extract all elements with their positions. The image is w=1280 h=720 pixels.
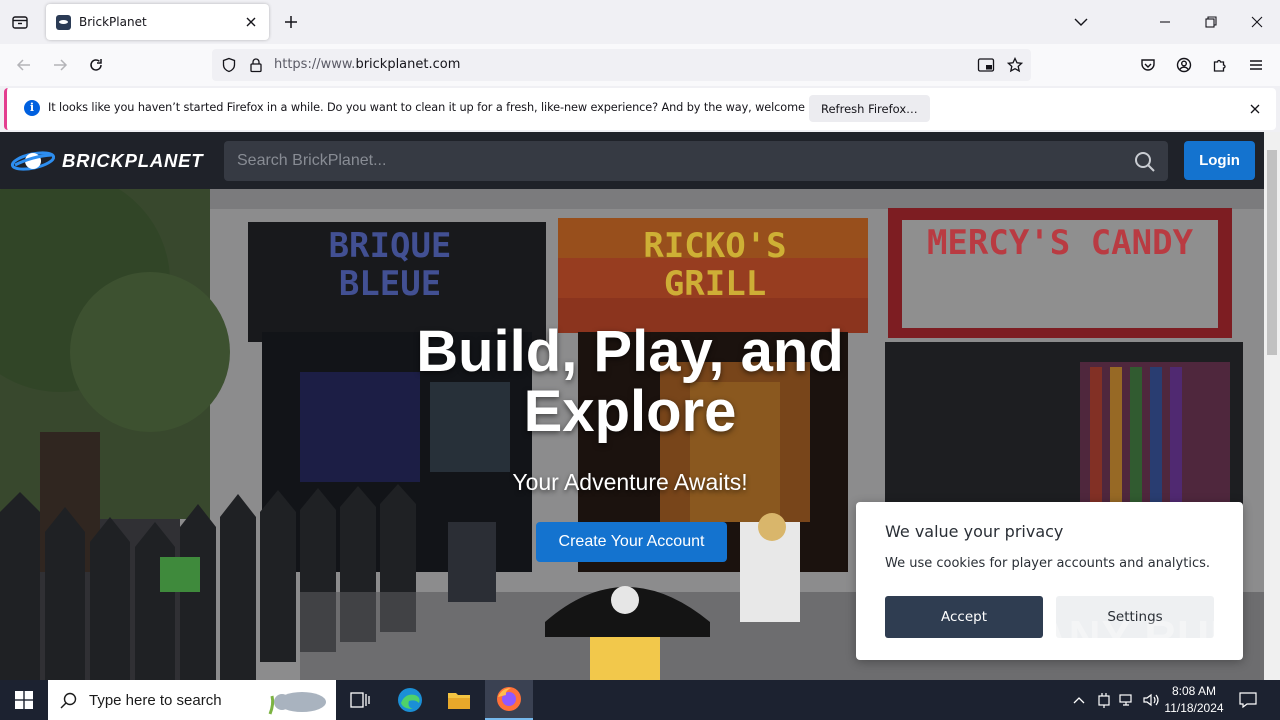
hero-title: Build, Play, and Explore xyxy=(416,319,844,444)
store-sign-brique-bleue: BRIQUE BLEUE xyxy=(328,226,452,304)
pocket-button[interactable] xyxy=(1133,50,1163,80)
show-hidden-icons-button[interactable] xyxy=(1068,680,1090,720)
clock-time: 8:08 AM xyxy=(1171,684,1217,698)
planet-logo-icon xyxy=(10,151,56,171)
chevron-up-icon xyxy=(1073,697,1085,704)
picture-in-picture-icon[interactable] xyxy=(974,53,998,77)
task-view-button[interactable] xyxy=(336,680,384,720)
taskbar-search-box[interactable]: Type here to search xyxy=(48,680,336,720)
close-icon xyxy=(246,17,256,27)
brickplanet-favicon-icon xyxy=(56,14,71,30)
puzzle-icon xyxy=(1213,59,1226,72)
notification-center-button[interactable] xyxy=(1234,680,1262,720)
login-button[interactable]: Login xyxy=(1184,141,1255,180)
site-header: BRICKPLANET Login xyxy=(0,132,1264,189)
close-tab-button[interactable] xyxy=(239,10,263,34)
page-scrollbar[interactable] xyxy=(1264,132,1280,680)
scrollbar-thumb[interactable] xyxy=(1267,150,1277,355)
search-icon xyxy=(60,692,77,708)
network-icon[interactable] xyxy=(1116,680,1138,720)
task-view-icon xyxy=(350,692,370,708)
bookmark-star-icon[interactable] xyxy=(1003,53,1027,77)
account-button[interactable] xyxy=(1169,50,1199,80)
search-icon[interactable] xyxy=(1134,151,1156,173)
close-icon xyxy=(1250,104,1260,114)
list-all-tabs-button[interactable] xyxy=(1058,0,1104,44)
lock-icon[interactable] xyxy=(244,53,268,77)
volume-icon[interactable] xyxy=(1140,680,1162,720)
taskbar-edge[interactable] xyxy=(386,680,434,720)
reload-icon xyxy=(90,59,102,71)
logo-text: BRICKPLANET xyxy=(62,150,204,171)
cookie-accept-button[interactable]: Accept xyxy=(885,596,1043,638)
address-bar[interactable]: https://www.brickplanet.com xyxy=(212,49,1031,81)
hamburger-icon xyxy=(1250,60,1262,70)
nav-bar: https://www.brickplanet.com xyxy=(0,44,1280,86)
account-icon xyxy=(1176,57,1192,73)
chevron-down-icon xyxy=(1074,18,1088,26)
restore-icon xyxy=(1205,16,1217,28)
url-text[interactable]: https://www.brickplanet.com xyxy=(274,57,460,72)
anyrun-watermark: ANY RUN xyxy=(1036,612,1243,661)
restore-button[interactable] xyxy=(1188,0,1234,44)
forward-button[interactable] xyxy=(45,50,75,80)
taskbar-firefox[interactable] xyxy=(485,680,533,720)
minimize-icon xyxy=(1160,21,1170,23)
close-window-button[interactable] xyxy=(1234,0,1280,44)
start-button[interactable] xyxy=(0,680,48,720)
new-tab-button[interactable] xyxy=(278,8,304,36)
taskbar-clock[interactable]: 8:08 AM 11/18/2024 xyxy=(1160,683,1228,717)
create-account-button[interactable]: Create Your Account xyxy=(536,522,727,562)
arrow-right-icon xyxy=(54,59,68,71)
url-domain: brickplanet.com xyxy=(355,57,461,72)
cookie-title: We value your privacy xyxy=(885,522,1064,541)
reload-button[interactable] xyxy=(81,50,111,80)
manatee-search-highlight-icon xyxy=(268,692,326,715)
tracking-protection-shield-icon[interactable] xyxy=(217,53,241,77)
taskbar-file-explorer[interactable] xyxy=(435,680,483,720)
windows-logo-icon xyxy=(15,691,33,709)
tab-list-icon xyxy=(12,16,28,29)
close-notification-button[interactable] xyxy=(1246,100,1264,118)
info-icon: i xyxy=(24,100,40,116)
site-search xyxy=(224,141,1168,181)
tab-bar: BrickPlanet xyxy=(0,0,1280,44)
back-button[interactable] xyxy=(9,50,39,80)
menu-button[interactable] xyxy=(1241,50,1271,80)
notification-icon xyxy=(1239,692,1257,708)
pocket-icon xyxy=(1141,59,1155,71)
taskbar-search-placeholder: Type here to search xyxy=(89,691,222,709)
store-sign-mercys-candy: MERCY'S CANDY xyxy=(926,223,1194,263)
store-sign-rickos-grill: RICKO'S GRILL xyxy=(643,226,787,304)
refresh-firefox-notification: i It looks like you haven’t started Fire… xyxy=(4,88,1276,130)
folder-icon xyxy=(448,693,470,709)
url-prefix: https://www. xyxy=(274,57,356,72)
minimize-button[interactable] xyxy=(1142,0,1188,44)
brickplanet-logo[interactable]: BRICKPLANET xyxy=(10,148,203,174)
page-viewport: BRICKPLANET Login Build, Play, and Explo… xyxy=(0,132,1280,680)
site-search-input[interactable] xyxy=(224,141,1114,181)
cookie-text: We use cookies for player accounts and a… xyxy=(885,556,1210,571)
tray-device-icon[interactable] xyxy=(1093,680,1115,720)
extensions-button[interactable] xyxy=(1205,50,1235,80)
firefox-icon xyxy=(497,687,521,711)
refresh-firefox-button[interactable]: Refresh Firefox… xyxy=(809,95,930,122)
tab-brickplanet[interactable]: BrickPlanet xyxy=(46,4,269,40)
tab-list-button[interactable] xyxy=(6,8,34,36)
plus-icon xyxy=(285,16,297,28)
windows-taskbar: Type here to search 8:08 AM 11/18/2024 xyxy=(0,680,1280,720)
clock-date: 11/18/2024 xyxy=(1164,701,1224,715)
edge-icon xyxy=(398,688,422,712)
arrow-left-icon xyxy=(16,59,30,71)
close-icon xyxy=(1251,16,1263,28)
notification-message: It looks like you haven’t started Firefo… xyxy=(48,101,840,114)
hero-subtitle: Your Adventure Awaits! xyxy=(512,469,748,495)
tab-title: BrickPlanet xyxy=(79,15,147,29)
